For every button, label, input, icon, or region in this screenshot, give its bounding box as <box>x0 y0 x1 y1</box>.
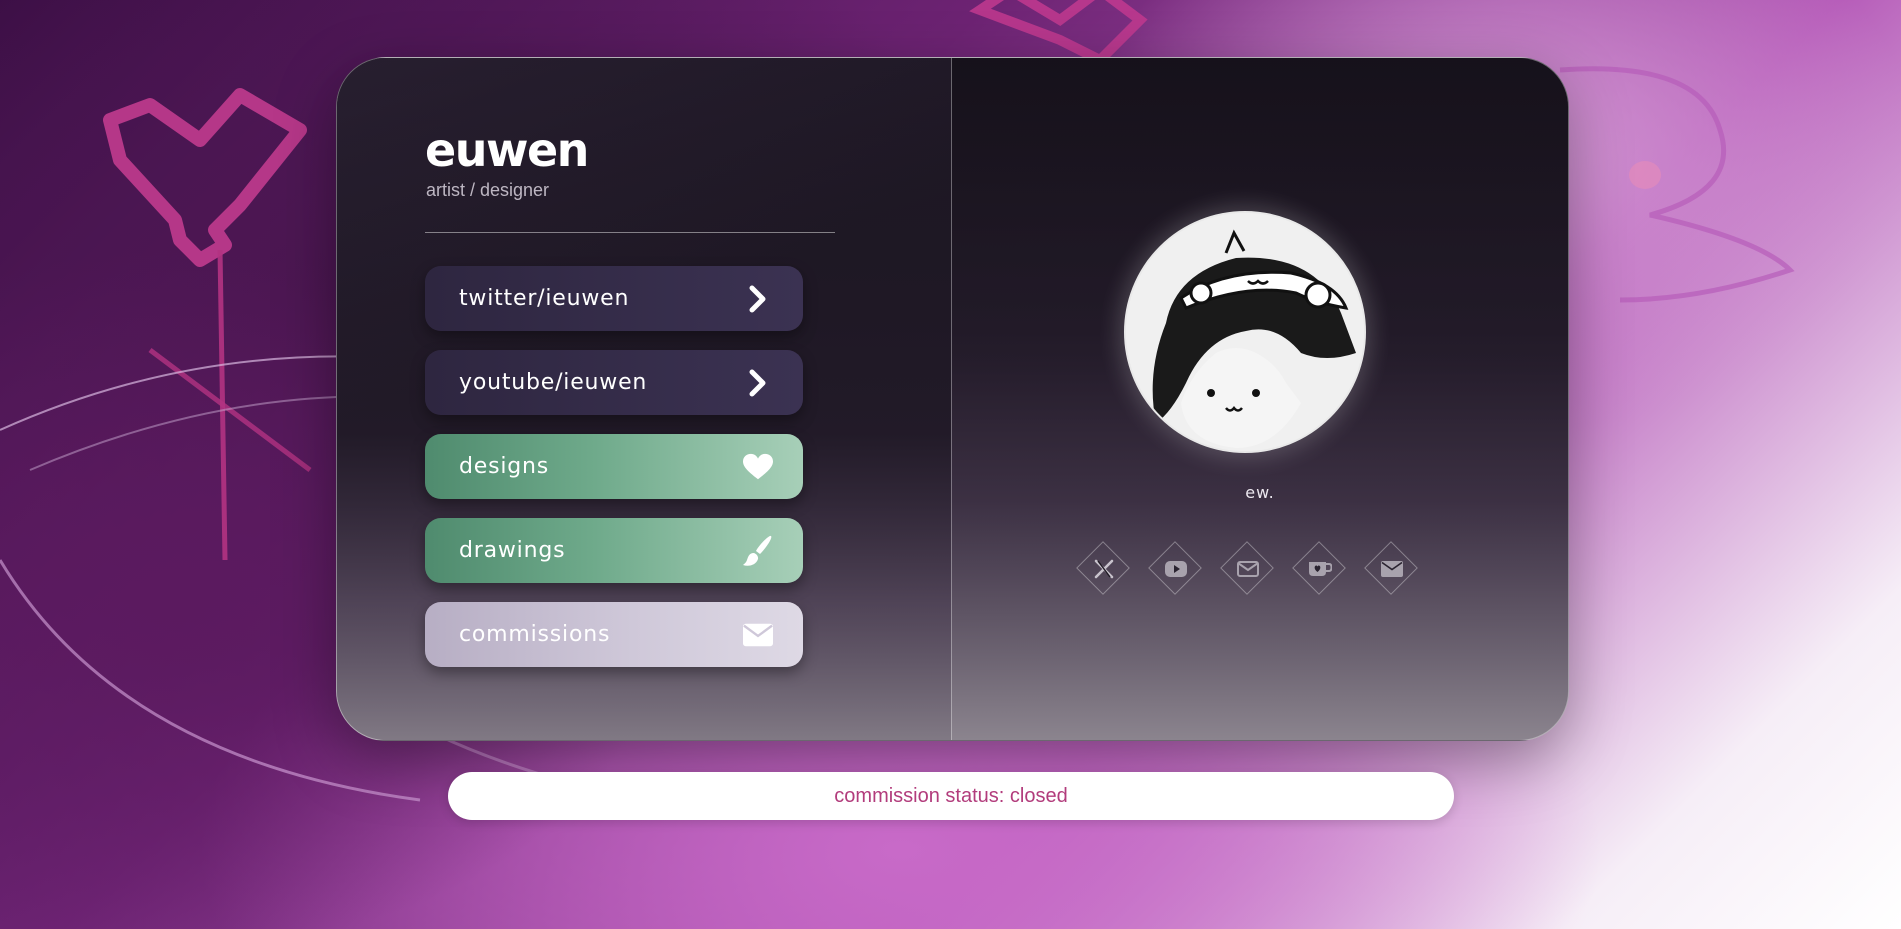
social-mail-link[interactable] <box>1219 540 1277 598</box>
chevron-right-icon <box>743 284 773 314</box>
envelope-icon <box>1381 561 1403 577</box>
youtube-icon <box>1165 561 1187 577</box>
tagline: artist / designer <box>426 180 550 200</box>
designs-link-label: designs <box>459 454 550 479</box>
commission-status-bar: commission status: closed <box>448 772 1454 820</box>
avatar-panel: ew. <box>952 58 1568 740</box>
page-title: euwen <box>425 123 589 177</box>
social-icons <box>1075 540 1445 600</box>
social-youtube-link[interactable] <box>1147 540 1205 598</box>
paintbrush-icon <box>743 535 773 566</box>
youtube-link-label: youtube/ieuwen <box>459 370 648 395</box>
ko-fi-cup-icon <box>1309 562 1332 576</box>
twitter-link-button[interactable]: twitter/ieuwen <box>425 266 803 331</box>
commissions-link-button[interactable]: commissions <box>425 602 803 667</box>
commission-status-text: commission status: closed <box>834 784 1068 807</box>
envelope-icon <box>743 620 773 650</box>
heart-icon <box>743 452 773 482</box>
social-envelope-link[interactable] <box>1363 540 1421 598</box>
avatar <box>1124 211 1366 453</box>
avatar-caption: ew. <box>1245 483 1275 502</box>
mail-outline-icon <box>1237 561 1259 577</box>
x-twitter-icon <box>1094 559 1114 579</box>
designs-link-button[interactable]: designs <box>425 434 803 499</box>
drawings-link-button[interactable]: drawings <box>425 518 803 583</box>
social-kofi-link[interactable] <box>1291 540 1349 598</box>
chevron-right-icon <box>743 368 773 398</box>
divider <box>425 232 835 233</box>
youtube-link-button[interactable]: youtube/ieuwen <box>425 350 803 415</box>
drawings-link-label: drawings <box>459 538 566 563</box>
commissions-link-label: commissions <box>459 622 611 647</box>
social-x-link[interactable] <box>1075 540 1133 598</box>
profile-card: euwen artist / designer twitter/ieuwen y… <box>336 57 1569 741</box>
links-panel: euwen artist / designer twitter/ieuwen y… <box>337 58 951 740</box>
avatar-drawing <box>1126 213 1364 451</box>
twitter-link-label: twitter/ieuwen <box>459 286 630 311</box>
